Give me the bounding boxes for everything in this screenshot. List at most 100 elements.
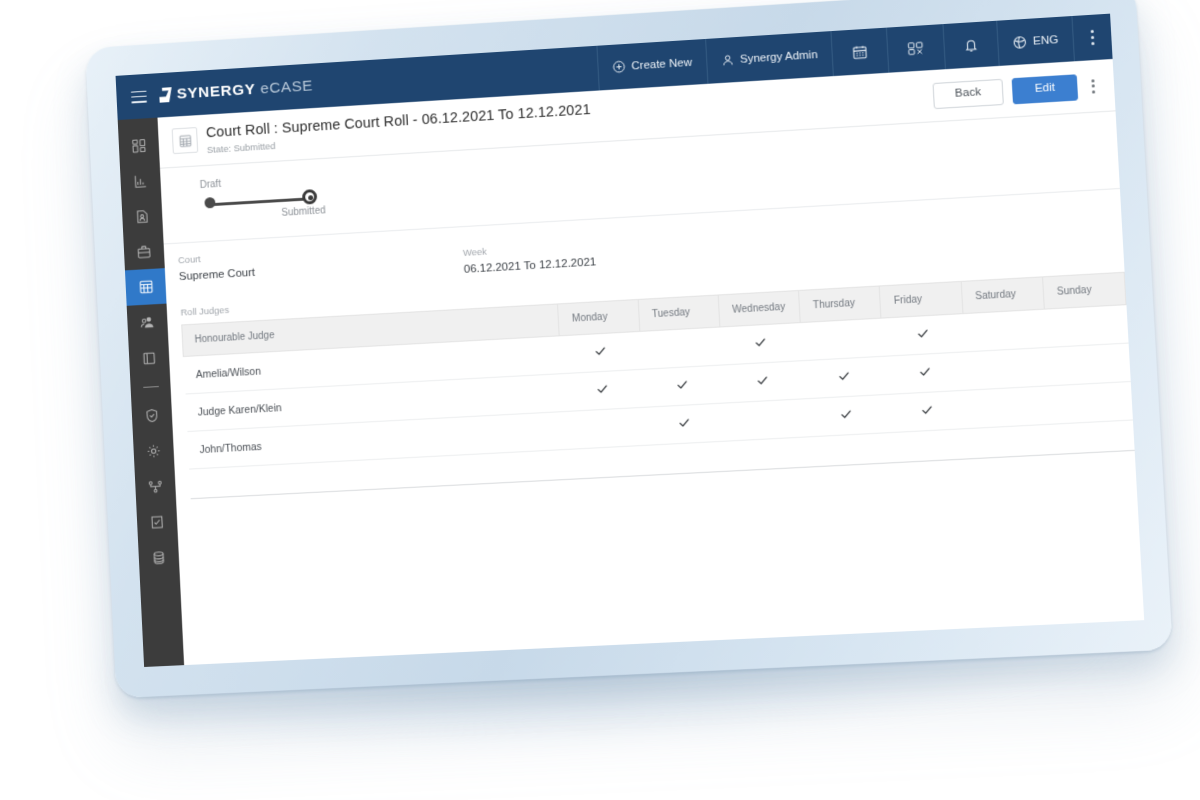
document-person-icon bbox=[135, 208, 150, 224]
app-logo[interactable]: SYNERGYeCASE bbox=[159, 77, 314, 104]
main-content: Court Roll : Supreme Court Roll - 06.12.… bbox=[157, 59, 1144, 665]
stepper-line bbox=[210, 197, 316, 206]
edit-button[interactable]: Edit bbox=[1012, 74, 1078, 104]
stepper-label-draft: Draft bbox=[200, 179, 222, 191]
sidebar-item-database[interactable] bbox=[138, 539, 180, 577]
apps-button[interactable] bbox=[886, 24, 945, 73]
cell-saturday[interactable] bbox=[962, 309, 1046, 352]
calendar-table-icon bbox=[138, 279, 154, 296]
user-icon bbox=[721, 53, 735, 67]
column-header-tuesday[interactable]: Tuesday bbox=[638, 295, 720, 331]
checklist-icon bbox=[149, 514, 164, 530]
column-header-monday[interactable]: Monday bbox=[558, 300, 640, 336]
cell-wednesday[interactable] bbox=[722, 361, 805, 403]
user-account-label: Synergy Admin bbox=[740, 49, 818, 66]
check-icon bbox=[678, 417, 691, 430]
sidebar-item-security[interactable] bbox=[131, 396, 173, 434]
sidebar-item-court-roll[interactable] bbox=[125, 268, 167, 306]
cell-thursday[interactable] bbox=[800, 318, 883, 361]
bar-chart-icon bbox=[133, 173, 148, 189]
stepper-track: Draft Submitted bbox=[200, 174, 339, 227]
cell-friday[interactable] bbox=[883, 352, 966, 395]
cell-empty bbox=[645, 441, 727, 475]
cell-tuesday[interactable] bbox=[639, 327, 721, 369]
cell-saturday[interactable] bbox=[967, 386, 1051, 429]
dashboard-grid-icon bbox=[131, 138, 146, 154]
check-icon bbox=[757, 374, 770, 387]
calendar-icon bbox=[851, 43, 868, 60]
user-account-button[interactable]: Synergy Admin bbox=[705, 31, 833, 84]
tablet-screen: SYNERGYeCASE Create New bbox=[116, 14, 1145, 667]
court-roll-icon bbox=[172, 127, 199, 154]
column-header-friday[interactable]: Friday bbox=[879, 282, 962, 319]
cell-empty bbox=[806, 433, 889, 467]
language-button[interactable]: ENG bbox=[996, 16, 1074, 66]
language-label: ENG bbox=[1033, 34, 1059, 48]
cell-friday[interactable] bbox=[881, 314, 964, 357]
cell-tuesday[interactable] bbox=[641, 365, 723, 407]
cell-sunday[interactable] bbox=[1044, 305, 1128, 348]
database-icon bbox=[151, 550, 166, 566]
book-icon bbox=[142, 350, 157, 366]
page-actions: Back Edit bbox=[932, 70, 1101, 109]
sidebar-item-tasks[interactable] bbox=[136, 503, 178, 541]
sidebar-item-reports[interactable] bbox=[120, 162, 162, 200]
sidebar-item-people[interactable] bbox=[127, 304, 169, 342]
logo-secondary-text: eCASE bbox=[260, 77, 314, 98]
cell-tuesday[interactable] bbox=[643, 403, 725, 445]
cell-wednesday[interactable] bbox=[724, 399, 807, 441]
stepper-label-submitted: Submitted bbox=[281, 205, 326, 218]
sidebar-item-library[interactable] bbox=[128, 339, 170, 377]
stepper-node-draft[interactable] bbox=[204, 197, 215, 208]
cell-empty bbox=[726, 437, 808, 471]
back-button[interactable]: Back bbox=[932, 79, 1004, 109]
cell-empty bbox=[887, 429, 970, 463]
check-icon bbox=[916, 327, 929, 340]
sidebar-item-settings[interactable] bbox=[133, 432, 175, 470]
check-icon bbox=[837, 370, 850, 383]
check-icon bbox=[755, 336, 768, 349]
globe-icon bbox=[1012, 35, 1027, 50]
bell-icon bbox=[964, 37, 979, 53]
check-icon bbox=[918, 365, 931, 378]
column-header-thursday[interactable]: Thursday bbox=[799, 286, 882, 323]
cell-friday[interactable] bbox=[885, 390, 968, 433]
cell-sunday[interactable] bbox=[1048, 382, 1132, 425]
stepper-node-submitted[interactable] bbox=[302, 189, 317, 205]
briefcase-icon bbox=[136, 244, 151, 260]
cell-empty bbox=[969, 424, 1052, 459]
kebab-menu-icon bbox=[1085, 26, 1100, 49]
cell-saturday[interactable] bbox=[965, 348, 1049, 391]
column-header-wednesday[interactable]: Wednesday bbox=[718, 291, 800, 328]
check-icon bbox=[594, 345, 607, 358]
sidebar-item-cases[interactable] bbox=[123, 233, 165, 271]
calendar-button[interactable] bbox=[831, 28, 889, 76]
shield-check-icon bbox=[144, 407, 159, 423]
plus-circle-icon bbox=[612, 60, 626, 74]
cell-sunday[interactable] bbox=[1046, 343, 1130, 386]
create-new-button[interactable]: Create New bbox=[596, 39, 707, 90]
sidebar-item-documents[interactable] bbox=[122, 197, 164, 235]
cell-thursday[interactable] bbox=[802, 356, 885, 399]
cell-monday[interactable] bbox=[560, 332, 642, 374]
cell-wednesday[interactable] bbox=[720, 323, 803, 365]
sidebar-divider bbox=[143, 386, 159, 388]
hamburger-icon[interactable] bbox=[131, 90, 147, 103]
application-window: SYNERGYeCASE Create New bbox=[116, 14, 1145, 667]
check-icon bbox=[596, 383, 609, 396]
tablet-mockup: SYNERGYeCASE Create New bbox=[85, 0, 1173, 698]
gear-icon bbox=[146, 443, 161, 459]
cell-thursday[interactable] bbox=[804, 395, 887, 437]
field-week: Week 06.12.2021 To 12.12.2021 bbox=[463, 232, 753, 276]
notifications-button[interactable] bbox=[943, 21, 999, 69]
sidebar-item-dashboard[interactable] bbox=[118, 126, 160, 164]
workflow-nodes-icon bbox=[148, 478, 163, 494]
column-header-sunday[interactable]: Sunday bbox=[1042, 272, 1126, 309]
app-body: Court Roll : Supreme Court Roll - 06.12.… bbox=[118, 59, 1145, 667]
sidebar-item-workflow[interactable] bbox=[135, 467, 177, 505]
create-new-label: Create New bbox=[631, 56, 692, 72]
cell-monday[interactable] bbox=[561, 369, 643, 411]
page-more-menu-icon[interactable] bbox=[1086, 75, 1101, 98]
check-icon bbox=[921, 404, 934, 417]
column-header-saturday[interactable]: Saturday bbox=[961, 277, 1044, 314]
